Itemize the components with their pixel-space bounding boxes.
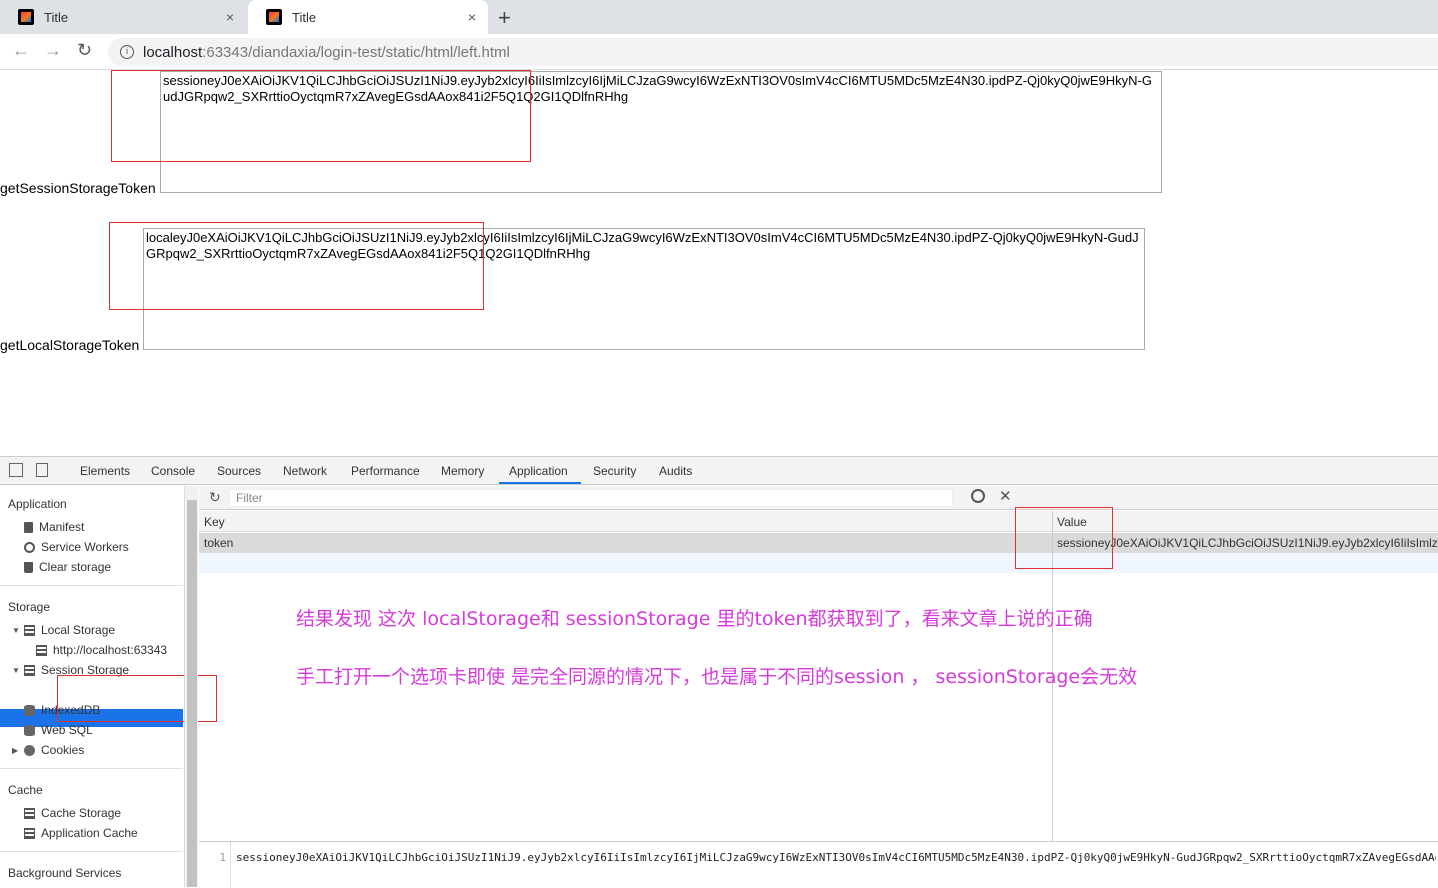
intellij-icon	[18, 9, 34, 25]
device-toolbar-icon[interactable]	[36, 463, 48, 477]
gear-icon	[24, 541, 35, 553]
intellij-icon	[266, 9, 282, 25]
browser-tab-strip: Title × Title × +	[0, 0, 1438, 34]
tab-application[interactable]: Application	[509, 464, 568, 478]
forward-arrow-icon[interactable]: →	[44, 40, 62, 61]
preview-text: sessioneyJ0eXAiOiJKV1QiLCJhbGciOiJSUzI1N…	[236, 851, 1436, 864]
close-icon[interactable]: ×	[226, 9, 234, 25]
tab-elements[interactable]: Elements	[80, 464, 130, 478]
session-token-label: getSessionStorageToken	[0, 180, 156, 196]
url-path: :63343/diandaxia/login-test/static/html/…	[202, 43, 510, 61]
section-heading-application: Application	[8, 497, 67, 511]
sidebar-item-cache-storage[interactable]: Cache Storage	[24, 806, 121, 820]
refresh-icon[interactable]: ↻	[209, 489, 221, 506]
tab-memory[interactable]: Memory	[441, 464, 484, 478]
section-heading-cache: Cache	[8, 783, 43, 797]
column-header-key[interactable]: Key	[204, 515, 225, 529]
section-heading-storage: Storage	[8, 600, 51, 614]
storage-view: ↻ Filter ✕ Key Value token sessioneyJ0eX…	[199, 486, 1438, 888]
annotation-note: 结果发现 这次 localStorage和 sessionStorage 里的t…	[296, 608, 1093, 630]
address-bar[interactable]: i localhost:63343/diandaxia/login-test/s…	[108, 38, 1438, 66]
local-token-label: getLocalStorageToken	[0, 337, 140, 353]
tab-network[interactable]: Network	[283, 464, 327, 478]
devtools-panel: Elements Console Sources Network Perform…	[0, 456, 1438, 888]
sidebar-item-local-origin[interactable]: http://localhost:63343	[36, 643, 167, 657]
collapse-arrow-icon[interactable]: ▶	[12, 746, 18, 755]
section-heading-background-services: Background Services	[8, 866, 122, 880]
row-value: sessioneyJ0eXAiOiJKV1QiLCJhbGciOiJSUzI1N…	[1057, 536, 1437, 550]
divider	[0, 851, 183, 852]
annotation-box	[109, 222, 484, 310]
sidebar-item-clear-storage[interactable]: Clear storage	[24, 560, 111, 574]
browser-tab[interactable]: Title ×	[0, 0, 246, 34]
page-content: sessioneyJ0eXAiOiJKV1QiLCJhbGciOiJSUzI1N…	[0, 70, 1438, 456]
table-header: Key Value	[199, 511, 1438, 532]
value-preview: 1 sessioneyJ0eXAiOiJKV1QiLCJhbGciOiJSUzI…	[199, 841, 1438, 888]
empty-row	[199, 553, 1438, 573]
database-icon	[24, 724, 35, 736]
table-icon	[24, 827, 35, 839]
divider	[0, 768, 183, 769]
devtools-tab-bar: Elements Console Sources Network Perform…	[0, 457, 1438, 485]
browser-toolbar: ← → ↻ i localhost:63343/diandaxia/login-…	[0, 34, 1438, 70]
scrollbar-thumb[interactable]	[187, 500, 197, 887]
inspect-element-icon[interactable]	[9, 463, 23, 477]
tab-sources[interactable]: Sources	[217, 464, 261, 478]
annotation-box	[1015, 507, 1113, 569]
annotation-box	[111, 70, 531, 162]
document-icon	[24, 521, 33, 533]
sidebar-item-application-cache[interactable]: Application Cache	[24, 826, 138, 840]
tab-security[interactable]: Security	[593, 464, 636, 478]
table-icon	[24, 664, 35, 676]
tab-audits[interactable]: Audits	[659, 464, 692, 478]
back-arrow-icon[interactable]: ←	[12, 40, 30, 61]
annotation-note: 手工打开一个选项卡即使 是完全同源的情况下，也是属于不同的session ， s…	[296, 666, 1138, 688]
storage-toolbar: ↻ Filter ✕	[199, 486, 1438, 510]
browser-tab-active[interactable]: Title ×	[248, 0, 488, 34]
url-host: localhost	[143, 43, 203, 61]
table-icon	[36, 644, 47, 656]
table-icon	[24, 624, 35, 636]
sidebar-item-manifest[interactable]: Manifest	[24, 520, 84, 534]
line-number: 1	[199, 842, 231, 888]
tab-console[interactable]: Console	[151, 464, 195, 478]
database-icon	[24, 704, 35, 716]
new-tab-button[interactable]: +	[498, 5, 511, 31]
table-row[interactable]: token sessioneyJ0eXAiOiJKV1QiLCJhbGciOiJ…	[199, 533, 1438, 553]
table-icon	[24, 807, 35, 819]
sidebar-item-cookies[interactable]: Cookies	[24, 743, 84, 757]
filter-input[interactable]: Filter	[229, 489, 953, 507]
close-icon[interactable]: ×	[468, 9, 476, 25]
sidebar-item-service-workers[interactable]: Service Workers	[24, 540, 129, 554]
sidebar-scrollbar[interactable]	[184, 486, 198, 887]
active-tab-indicator	[499, 482, 581, 484]
delete-selected-icon[interactable]: ✕	[999, 487, 1012, 505]
expand-arrow-icon[interactable]: ▼	[12, 626, 20, 635]
cookie-icon	[24, 744, 35, 756]
sidebar-item-local-storage[interactable]: Local Storage	[24, 623, 115, 637]
row-key: token	[204, 536, 234, 550]
clear-all-icon[interactable]	[971, 489, 985, 503]
expand-arrow-icon[interactable]: ▼	[12, 666, 20, 675]
tab-title: Title	[292, 9, 317, 25]
tab-title: Title	[44, 9, 69, 25]
sidebar-item-websql[interactable]: Web SQL	[24, 723, 93, 737]
info-icon[interactable]: i	[120, 45, 134, 59]
divider	[0, 585, 183, 586]
tab-performance[interactable]: Performance	[351, 464, 420, 478]
table-icon	[36, 684, 47, 696]
reload-icon[interactable]: ↻	[77, 40, 92, 61]
trash-icon	[24, 561, 33, 573]
